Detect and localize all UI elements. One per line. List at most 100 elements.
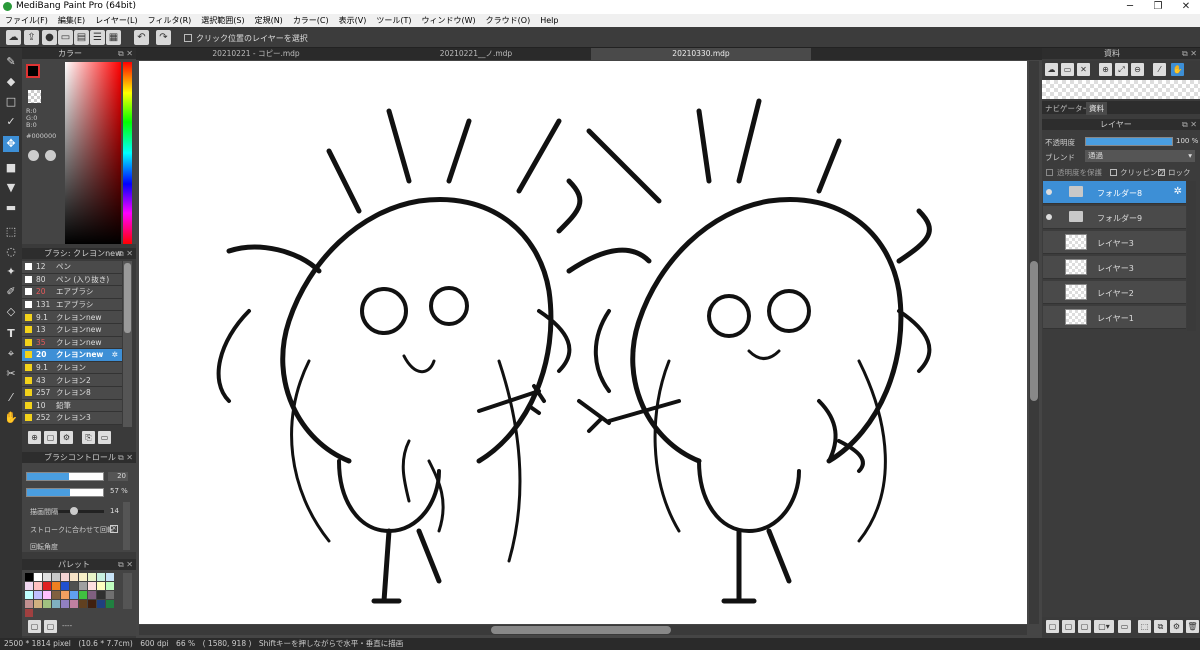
spacing-slider[interactable] (58, 507, 104, 515)
palette-swatch[interactable] (43, 591, 51, 599)
palette-swatch[interactable] (97, 573, 105, 581)
tab-document-1[interactable]: 20210221 - コピー.mdp (156, 48, 356, 60)
panel-menu-icon[interactable]: ⧉ ✕ (118, 248, 133, 259)
palette-delete-icon[interactable]: ▢ (44, 620, 57, 633)
palette-swatch[interactable] (61, 582, 69, 590)
layer-type-dropdown-icon[interactable]: ▢▾ (1094, 620, 1114, 633)
clipping-checkbox[interactable] (1110, 169, 1117, 176)
comment-icon[interactable]: ● (42, 30, 57, 45)
panel-menu-icon[interactable]: ⧉ ✕ (1182, 119, 1197, 130)
brush-item[interactable]: 9.1 クレヨンnew (22, 311, 122, 324)
chat-icon[interactable]: ▭ (58, 30, 73, 45)
brush-control-scrollbar[interactable] (123, 502, 130, 550)
palette-swatch[interactable] (52, 591, 60, 599)
palette-swatch[interactable] (79, 600, 87, 608)
select-lasso-icon[interactable]: ◌ (3, 244, 19, 260)
document-icon[interactable]: ▤ (74, 30, 89, 45)
open-folder-icon[interactable]: ▭ (1061, 63, 1074, 76)
undo-icon[interactable]: ↶ (134, 30, 149, 45)
cloud-download-icon[interactable]: ☁ (1045, 63, 1058, 76)
palette-swatch[interactable] (52, 573, 60, 581)
tab-material[interactable]: 資料 (1086, 102, 1107, 115)
drawing-canvas[interactable] (139, 61, 1027, 624)
select-rect-icon[interactable]: ⬚ (3, 224, 19, 240)
panel-menu-icon[interactable]: ⧉ ✕ (118, 452, 133, 463)
brush-settings-icon[interactable]: ✲ (112, 350, 118, 359)
palette-swatch[interactable] (97, 591, 105, 599)
tab-navigator[interactable]: ナビゲーター (1045, 103, 1090, 114)
hand-icon[interactable]: ✋ (1171, 63, 1184, 76)
brush-add-icon[interactable]: ⊕ (28, 431, 41, 444)
hue-slider[interactable] (123, 62, 132, 244)
brush-item[interactable]: 20 エアブラシ (22, 286, 122, 299)
hand-tool-icon[interactable]: ✋ (3, 410, 19, 426)
select-pen-icon[interactable]: ✐ (3, 284, 19, 300)
palette-swatch[interactable] (97, 600, 105, 608)
palette-swatch[interactable] (52, 600, 60, 608)
palette-swatch[interactable] (79, 582, 87, 590)
grid-icon[interactable]: ▦ (106, 30, 121, 45)
visibility-icon[interactable] (1046, 189, 1052, 195)
palette-swatch[interactable] (43, 582, 51, 590)
new-folder-icon[interactable]: ▭ (1118, 620, 1131, 633)
eraser-tool-icon[interactable]: ◆ (3, 74, 19, 90)
share-icon[interactable]: ⇪ (24, 30, 39, 45)
menu-window[interactable]: ウィンドウ(W) (417, 15, 481, 26)
palette-swatch[interactable] (25, 582, 33, 590)
brush-item[interactable]: 43 クレヨン2 (22, 374, 122, 387)
move-tool-icon[interactable]: ✥ (3, 136, 19, 152)
bucket-tool-icon[interactable]: ▼ (3, 180, 19, 196)
brush-item[interactable]: 9.1 クレヨン (22, 361, 122, 375)
brush-item[interactable]: 10 鉛筆 (22, 399, 122, 413)
merge-layer-icon[interactable]: ⬚ (1138, 620, 1151, 633)
panel-menu-icon[interactable]: ⧉ ✕ (118, 559, 133, 570)
menu-selection[interactable]: 選択範囲(S) (196, 15, 249, 26)
palette-swatch[interactable] (106, 600, 114, 608)
close-button[interactable]: ✕ (1172, 0, 1200, 14)
zoom-in-icon[interactable]: ⊕ (1099, 63, 1112, 76)
palette-swatch[interactable] (61, 591, 69, 599)
layer-settings-icon[interactable]: ⚙ (1170, 620, 1183, 633)
palette-swatch[interactable] (61, 573, 69, 581)
brush-folder-icon[interactable]: ▭ (98, 431, 111, 444)
color-sv-picker[interactable] (65, 62, 121, 244)
palette-swatch[interactable] (25, 609, 33, 617)
menu-tool[interactable]: ツール(T) (371, 15, 416, 26)
new-layer-icon[interactable]: ▢ (1046, 620, 1059, 633)
select-layer-checkbox[interactable] (184, 34, 192, 42)
palette-scrollbar[interactable] (123, 573, 132, 609)
tab-document-2[interactable]: 20210221__ノ.mdp (376, 48, 576, 60)
delete-layer-icon[interactable]: 🗑 (1186, 620, 1199, 633)
gradient-tool-icon[interactable]: ▬ (3, 200, 19, 216)
palette-remove-icon[interactable] (45, 150, 56, 161)
palette-swatch[interactable] (25, 591, 33, 599)
magic-wand-icon[interactable]: ✦ (3, 264, 19, 280)
operation-tool-icon[interactable]: ⌖ (3, 346, 19, 362)
transparent-color-swatch[interactable] (28, 90, 41, 103)
palette-swatch[interactable] (34, 591, 42, 599)
palette-swatch[interactable] (106, 573, 114, 581)
palette-swatch[interactable] (34, 582, 42, 590)
horizontal-scrollbar[interactable] (139, 625, 1027, 635)
list-icon[interactable]: ☰ (90, 30, 105, 45)
lasso-tool-icon[interactable]: ✓ (3, 114, 19, 130)
brush-item[interactable]: 12 ペン (22, 261, 122, 274)
palette-swatch[interactable] (43, 600, 51, 608)
layer-row[interactable]: レイヤー2 (1043, 281, 1186, 304)
palette-swatch[interactable] (79, 591, 87, 599)
palette-swatch[interactable] (70, 573, 78, 581)
brush-item[interactable]: 80 ペン (入り抜き) (22, 273, 122, 287)
brush-tool-icon[interactable]: ✎ (3, 54, 19, 70)
palette-swatch[interactable] (34, 600, 42, 608)
palette-swatch[interactable] (88, 573, 96, 581)
menu-file[interactable]: ファイル(F) (0, 15, 53, 26)
palette-swatch[interactable] (88, 582, 96, 590)
palette-swatch[interactable] (70, 600, 78, 608)
tab-document-3[interactable]: 20210330.mdp (591, 48, 811, 60)
lock-checkbox[interactable] (1158, 169, 1165, 176)
palette-new-icon[interactable]: ▢ (28, 620, 41, 633)
select-eraser-icon[interactable]: ◇ (3, 304, 19, 320)
palette-swatch[interactable] (61, 600, 69, 608)
menu-cloud[interactable]: クラウド(O) (481, 15, 536, 26)
eyedropper-icon[interactable]: ⁄ (1153, 63, 1166, 76)
